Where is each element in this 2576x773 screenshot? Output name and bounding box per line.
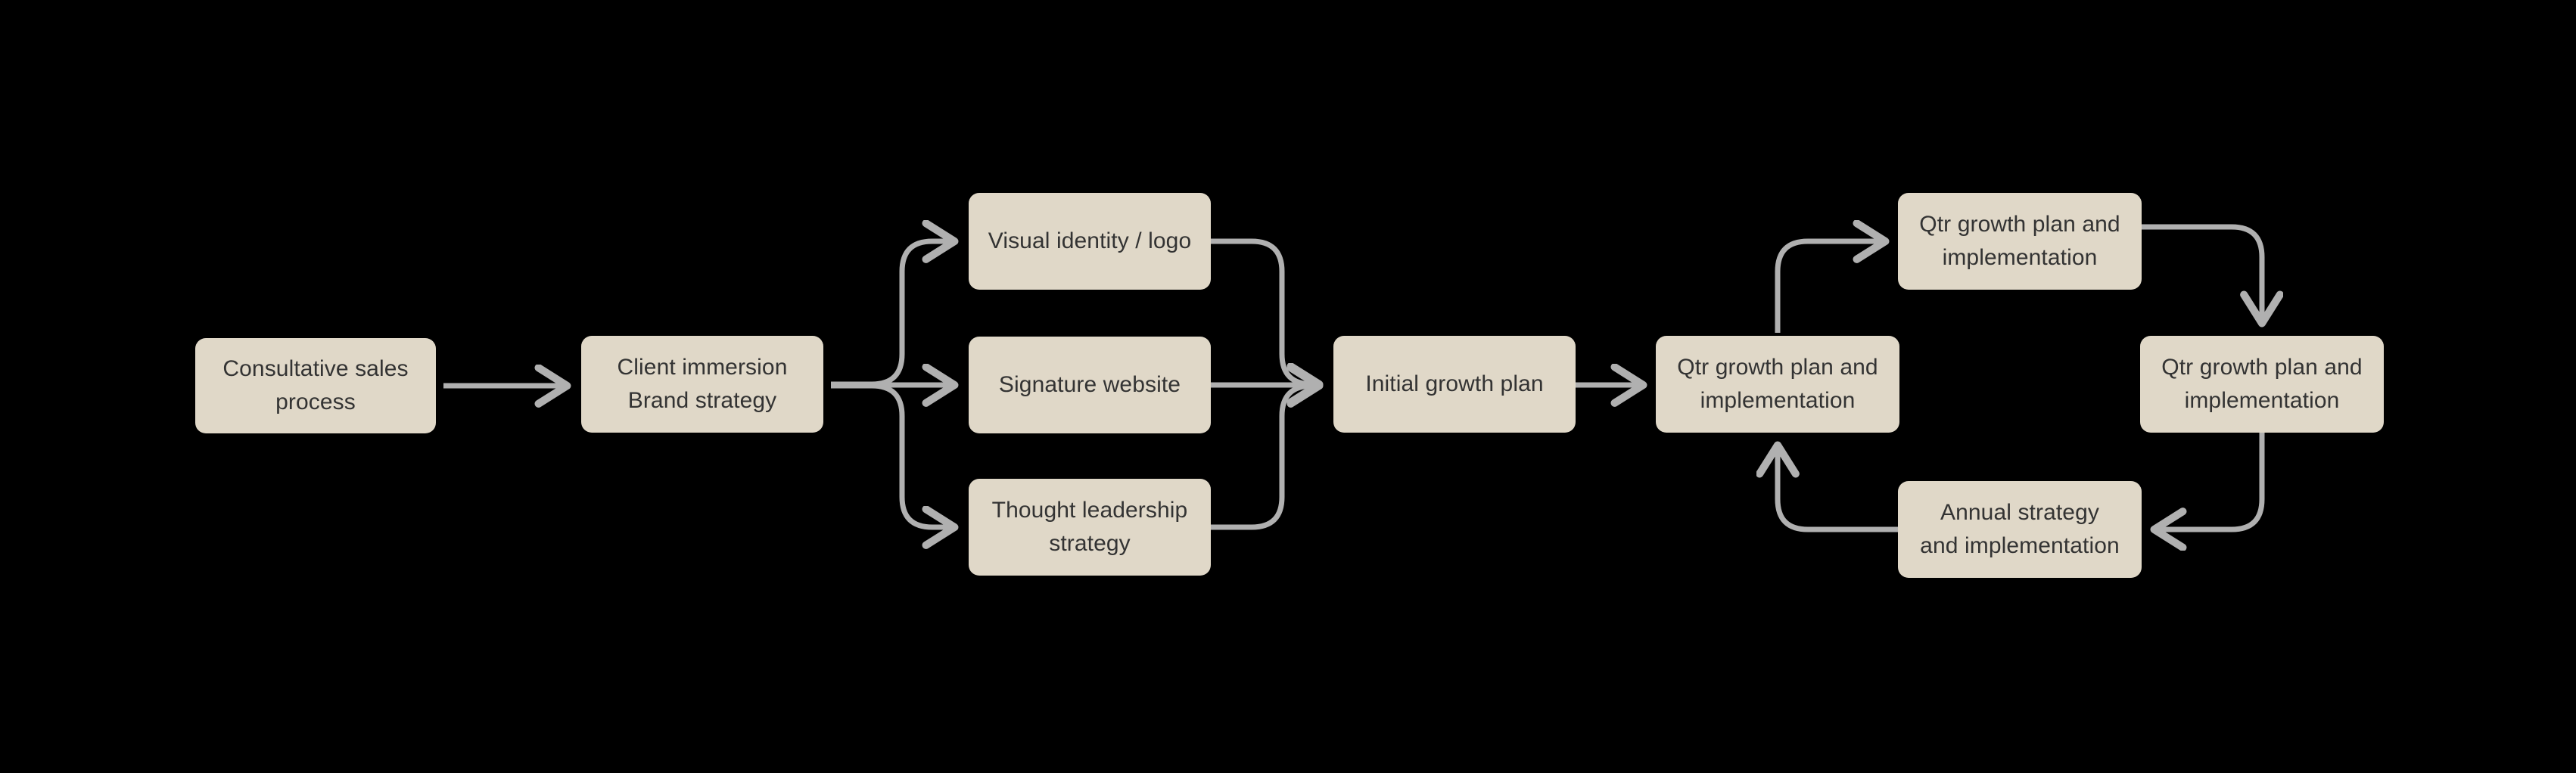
node-client-immersion-brand-strategy[interactable]: Client immersion Brand strategy <box>581 336 823 433</box>
node-label: Annual strategy and implementation <box>1920 500 2120 558</box>
node-qtr-growth-plan-top[interactable]: Qtr growth plan and implementation <box>1898 193 2142 290</box>
node-label: Thought leadership strategy <box>991 498 1188 556</box>
edge-visual-to-initial <box>1211 238 1318 384</box>
edge-immersion-to-thought <box>831 383 954 527</box>
node-label: Visual identity / logo <box>988 228 1192 253</box>
edge-qtr-right-to-annual <box>2155 433 2265 529</box>
node-signature-website[interactable]: Signature website <box>969 337 1211 433</box>
edge-annual-to-qtr-left <box>1778 446 1898 532</box>
node-consultative-sales-process[interactable]: Consultative sales process <box>195 338 436 433</box>
node-qtr-growth-plan-right[interactable]: Qtr growth plan and implementation <box>2140 336 2384 433</box>
node-label: Consultative sales process <box>222 356 409 414</box>
node-label: Qtr growth plan and implementation <box>1919 212 2120 270</box>
node-label: Signature website <box>998 372 1181 397</box>
node-annual-strategy-implementation[interactable]: Annual strategy and implementation <box>1898 481 2142 578</box>
node-qtr-growth-plan-left[interactable]: Qtr growth plan and implementation <box>1656 336 1899 433</box>
node-visual-identity-logo[interactable]: Visual identity / logo <box>969 193 1211 290</box>
node-label: Initial growth plan <box>1365 371 1544 396</box>
edge-qtr-top-to-qtr-right <box>2142 224 2262 322</box>
flowchart-canvas: Consultative sales process Client immers… <box>0 0 2576 773</box>
node-initial-growth-plan[interactable]: Initial growth plan <box>1333 336 1576 433</box>
node-label: Client immersion Brand strategy <box>617 355 788 413</box>
edge-thought-to-initial <box>1211 386 1318 530</box>
node-label: Qtr growth plan and implementation <box>2161 355 2363 413</box>
node-thought-leadership-strategy[interactable]: Thought leadership strategy <box>969 479 1211 576</box>
edge-immersion-to-visual <box>831 241 954 387</box>
node-label: Qtr growth plan and implementation <box>1677 355 1878 413</box>
edge-qtr-left-to-qtr-top <box>1775 241 1884 333</box>
